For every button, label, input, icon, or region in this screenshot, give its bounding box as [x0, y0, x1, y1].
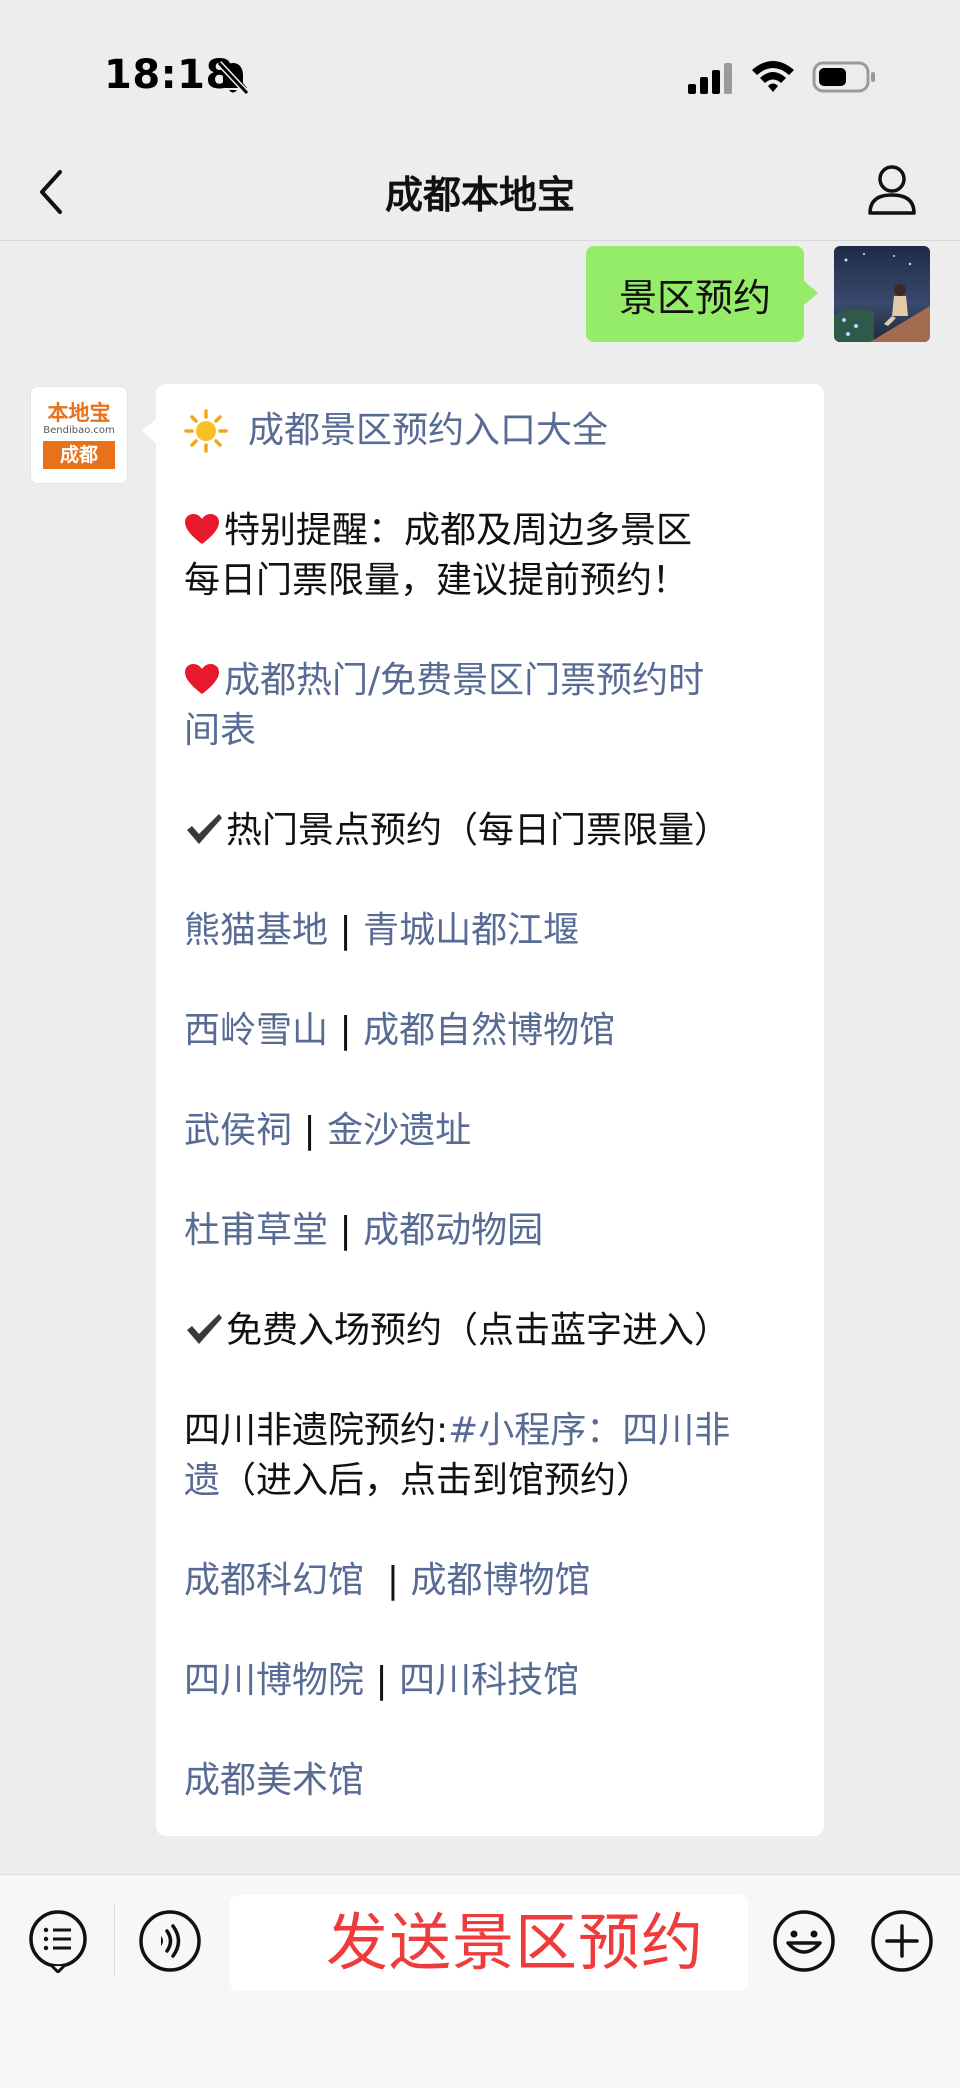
- voice-icon[interactable]: [138, 1909, 202, 1973]
- menu-icon[interactable]: [26, 1909, 90, 1973]
- emoji-icon[interactable]: [772, 1909, 836, 1973]
- plus-icon[interactable]: [870, 1909, 934, 1973]
- separator: |: [303, 1110, 316, 1151]
- hot-row-2: 西岭雪山 | 成都自然博物馆: [184, 1006, 804, 1056]
- link-sichuan-science-museum[interactable]: 四川科技馆: [399, 1660, 579, 1701]
- heart-icon: [185, 514, 219, 544]
- message-content: 成都景区预约入口大全 特别提醒：成都及周边多景区 每日门票限量，建议提前预约！ …: [184, 406, 804, 1806]
- heart-icon: [185, 664, 219, 694]
- hot-heading: 热门景点预约（每日门票限量）: [226, 810, 731, 851]
- link-scifi-museum[interactable]: 成都科幻馆: [184, 1560, 364, 1601]
- feiyi-label: 四川非遗院预约:: [184, 1410, 449, 1451]
- wifi-icon: [752, 61, 794, 92]
- schedule-line-1: 成都热门/免费景区门票预约时: [184, 656, 804, 706]
- free-row-1: 成都科幻馆 | 成都博物馆: [184, 1556, 804, 1606]
- feiyi-miniprogram-link-2[interactable]: 遗: [184, 1460, 220, 1501]
- feiyi-miniprogram-link-1[interactable]: #小程序：四川非: [448, 1410, 730, 1451]
- link-jinsha-site[interactable]: 金沙遗址: [327, 1110, 471, 1151]
- link-art-museum[interactable]: 成都美术馆: [184, 1756, 804, 1806]
- hot-heading-line: 热门景点预约（每日门票限量）: [184, 806, 804, 856]
- separator: |: [339, 1010, 352, 1051]
- hot-row-4: 杜甫草堂 | 成都动物园: [184, 1206, 804, 1256]
- input-divider: [114, 1905, 115, 1977]
- bot-avatar[interactable]: 本地宝 Bendibao.com 成都: [30, 386, 128, 484]
- logo-brand-text: 本地宝: [47, 401, 111, 425]
- free-heading-line: 免费入场预约（点击蓝字进入）: [184, 1306, 804, 1356]
- schedule-link-2[interactable]: 间表: [184, 706, 804, 756]
- feiyi-line-2: 遗（进入后，点击到馆预约）: [184, 1456, 804, 1506]
- send-hint-overlay: 发送景区预约: [326, 1906, 705, 1979]
- link-natural-history-museum[interactable]: 成都自然博物馆: [363, 1010, 615, 1051]
- separator: |: [339, 1210, 352, 1251]
- battery-icon: [812, 61, 875, 93]
- message-title-line: 成都景区预约入口大全: [184, 406, 804, 456]
- check-icon: [187, 814, 222, 844]
- link-sichuan-museum[interactable]: 四川博物院: [184, 1660, 364, 1701]
- link-qingcheng-dujiangyan[interactable]: 青城山都江堰: [363, 910, 579, 951]
- reminder-text-2: 每日门票限量，建议提前预约！: [184, 560, 689, 601]
- message-title-link[interactable]: 成都景区预约入口大全: [248, 406, 608, 456]
- logo-city-text: 成都: [43, 441, 115, 469]
- signal-icon: [688, 63, 732, 94]
- feiyi-note: （进入后，点击到馆预约）: [220, 1460, 653, 1501]
- link-chengdu-museum[interactable]: 成都博物馆: [411, 1560, 591, 1601]
- free-row-2: 四川博物院 | 四川科技馆: [184, 1656, 804, 1706]
- reminder-line-1: 特别提醒：成都及周边多景区: [184, 506, 804, 556]
- status-time: 18:18: [104, 52, 234, 98]
- user-avatar[interactable]: [834, 246, 930, 342]
- schedule-link-1[interactable]: 成都热门/免费景区门票预约时: [224, 660, 704, 701]
- hot-row-1: 熊猫基地 | 青城山都江堰: [184, 906, 804, 956]
- link-wuhou-shrine[interactable]: 武侯祠: [184, 1110, 292, 1151]
- link-chengdu-zoo[interactable]: 成都动物园: [363, 1210, 543, 1251]
- logo-domain-text: Bendibao.com: [43, 425, 115, 436]
- status-bar: 18:18: [0, 0, 960, 150]
- free-heading: 免费入场预约（点击蓝字进入）: [226, 1310, 731, 1351]
- separator: |: [386, 1560, 400, 1601]
- avatar-image: [834, 246, 930, 342]
- reminder-text-1: 特别提醒：成都及周边多景区: [224, 510, 693, 551]
- page-title: 成都本地宝: [384, 173, 575, 217]
- feiyi-line-1: 四川非遗院预约:#小程序：四川非: [184, 1406, 804, 1456]
- separator: |: [375, 1660, 388, 1701]
- hot-row-3: 武侯祠 | 金沙遗址: [184, 1106, 804, 1156]
- separator: |: [339, 910, 352, 951]
- link-xiling-snow-mountain[interactable]: 西岭雪山: [184, 1010, 328, 1051]
- sun-icon: [184, 409, 228, 453]
- link-panda-base[interactable]: 熊猫基地: [184, 910, 328, 951]
- outgoing-message-bubble[interactable]: 景区预约: [586, 246, 818, 342]
- incoming-message-bubble: 成都景区预约入口大全 特别提醒：成都及周边多景区 每日门票限量，建议提前预约！ …: [142, 384, 824, 1836]
- nav-bar: 成都本地宝: [0, 150, 960, 241]
- outgoing-message-text: 景区预约: [618, 275, 771, 320]
- bell-slash-icon: [216, 60, 250, 96]
- person-icon[interactable]: [866, 162, 918, 216]
- check-icon: [187, 1314, 222, 1344]
- link-dufu-cottage[interactable]: 杜甫草堂: [184, 1210, 328, 1251]
